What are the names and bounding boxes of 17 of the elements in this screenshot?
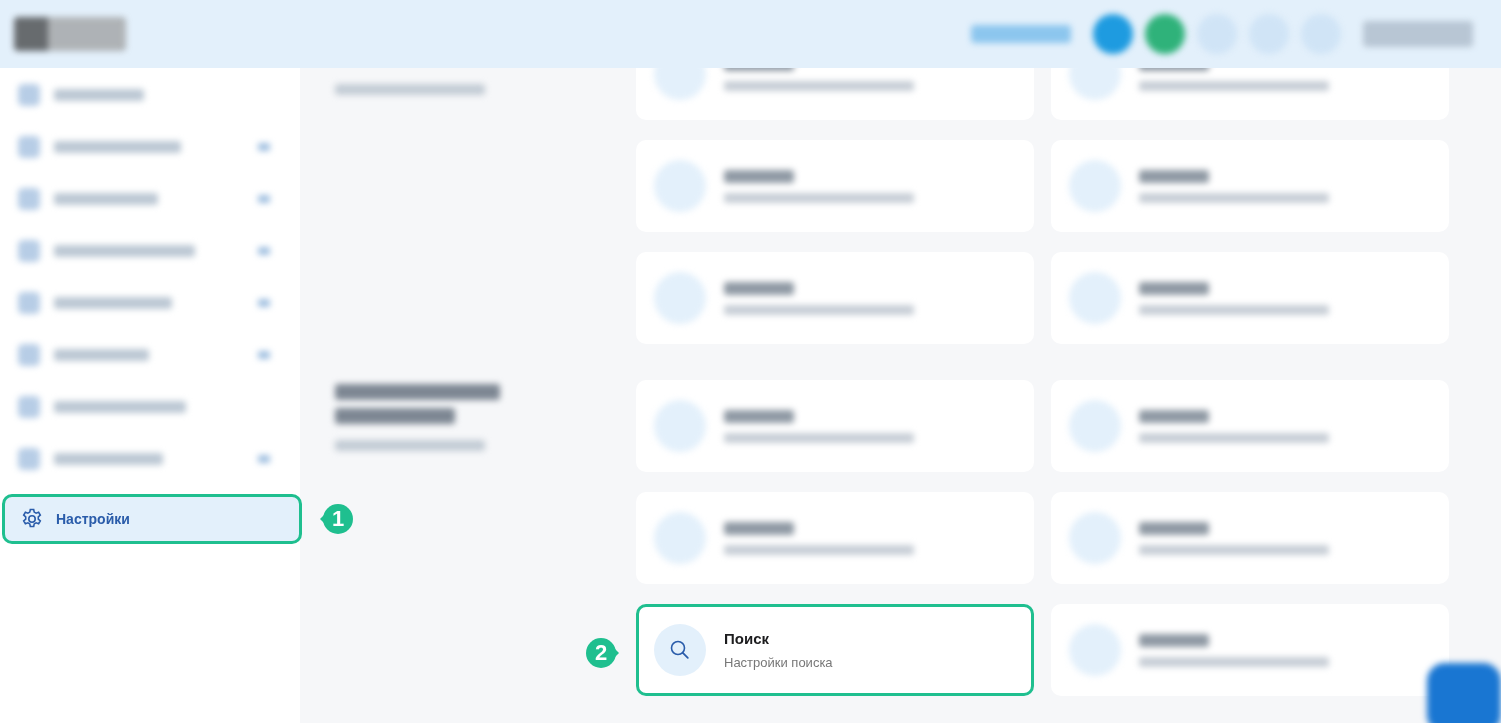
blurred-round-icon (1145, 14, 1185, 54)
search-icon (654, 624, 706, 676)
blurred-card[interactable] (636, 380, 1034, 472)
blurred-round-icon (1093, 14, 1133, 54)
blurred-card[interactable] (636, 252, 1034, 344)
blurred-card[interactable] (1051, 380, 1449, 472)
blurred-card[interactable] (636, 492, 1034, 584)
card-subtitle: Настройки поиска (724, 655, 833, 670)
search-settings-card[interactable]: Поиск Настройки поиска (636, 604, 1034, 696)
blurred-card[interactable] (1051, 604, 1449, 696)
blurred-card[interactable] (1051, 252, 1449, 344)
card-title: Поиск (724, 630, 770, 647)
settings-menu-item[interactable]: Настройки (2, 494, 302, 544)
blurred-card[interactable] (1051, 492, 1449, 584)
blurred-card[interactable] (1051, 140, 1449, 232)
blurred-chat-button[interactable] (1427, 663, 1501, 723)
blurred-card[interactable] (636, 140, 1034, 232)
